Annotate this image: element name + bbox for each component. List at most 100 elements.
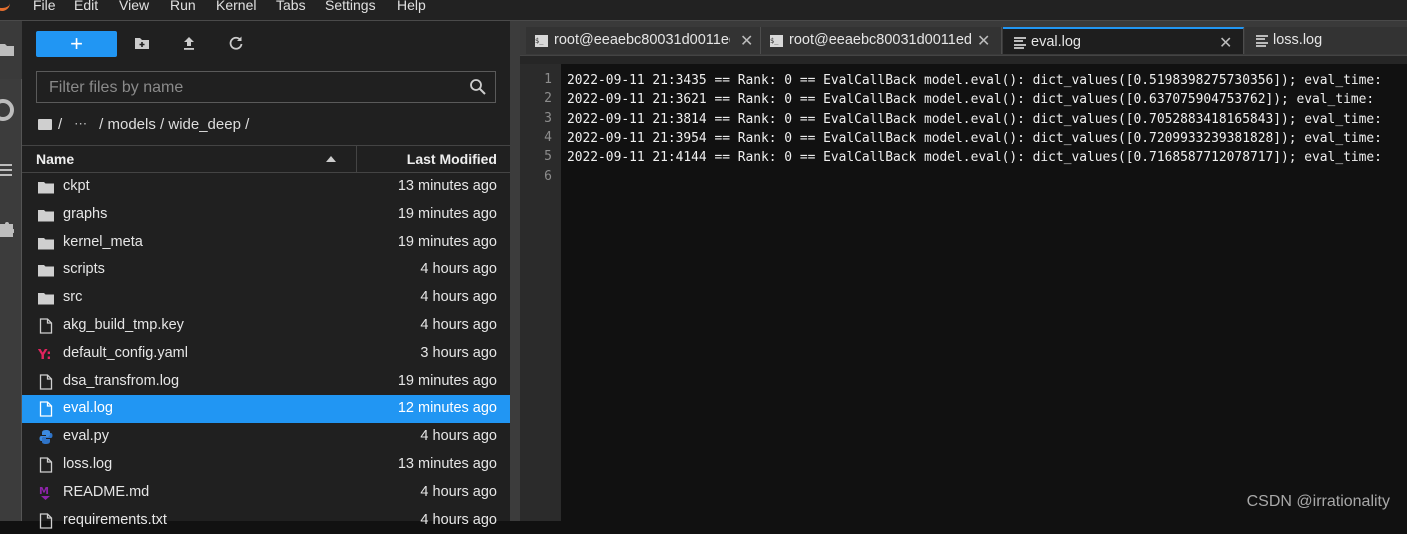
file-row[interactable]: kernel_meta 19 minutes ago bbox=[22, 229, 510, 257]
file-row[interactable]: ckpt 13 minutes ago bbox=[22, 173, 510, 201]
file-name: akg_build_tmp.key bbox=[63, 316, 184, 333]
filter-files-input[interactable] bbox=[47, 72, 471, 104]
file-row[interactable]: graphs 19 minutes ago bbox=[22, 201, 510, 229]
file-name: loss.log bbox=[63, 455, 113, 472]
column-divider[interactable] bbox=[356, 146, 357, 173]
file-browser: + / ⋯ / models / wide_deep / Name Last M… bbox=[22, 21, 510, 529]
refresh-icon[interactable] bbox=[226, 33, 246, 53]
breadcrumb-ellipsis[interactable]: ⋯ bbox=[68, 116, 93, 132]
breadcrumb: / ⋯ / models / wide_deep / bbox=[38, 113, 249, 135]
menu-tabs[interactable]: Tabs bbox=[276, 0, 306, 13]
file-modified: 4 hours ago bbox=[420, 261, 497, 278]
search-icon[interactable] bbox=[469, 78, 487, 96]
file-name: src bbox=[63, 289, 83, 306]
text-file-icon bbox=[1014, 37, 1026, 49]
file-modified: 13 minutes ago bbox=[397, 455, 497, 472]
column-last-modified[interactable]: Last Modified bbox=[407, 151, 497, 167]
terminal-icon: $_ bbox=[770, 35, 783, 47]
tab-label: eval.log bbox=[1031, 34, 1081, 50]
new-launcher-button[interactable]: + bbox=[36, 31, 117, 57]
line-number: 3 bbox=[544, 110, 552, 126]
file-modified: 4 hours ago bbox=[420, 428, 497, 445]
file-row[interactable]: src 4 hours ago bbox=[22, 284, 510, 312]
menu-view[interactable]: View bbox=[119, 0, 149, 13]
line-number: 6 bbox=[544, 168, 552, 184]
file-row[interactable]: scripts 4 hours ago bbox=[22, 256, 510, 284]
file-browser-scrollbar[interactable] bbox=[510, 21, 520, 521]
tab-terminal-2[interactable]: $_ root@eeaebc80031d0011ed ✕ bbox=[761, 27, 1002, 54]
line-number: 5 bbox=[544, 149, 552, 165]
file-modified: 19 minutes ago bbox=[397, 233, 497, 250]
commands-icon[interactable] bbox=[0, 162, 13, 178]
menu-edit[interactable]: Edit bbox=[74, 0, 98, 13]
file-name: kernel_meta bbox=[63, 233, 143, 250]
file-name: graphs bbox=[63, 205, 108, 222]
terminal-icon: $_ bbox=[535, 35, 548, 47]
tab-label: root@eeaebc80031d0011ed bbox=[554, 32, 730, 48]
column-name[interactable]: Name bbox=[36, 151, 74, 167]
svg-text:M: M bbox=[39, 486, 49, 497]
running-icon[interactable] bbox=[0, 99, 14, 121]
file-modified: 3 hours ago bbox=[420, 344, 497, 361]
close-icon[interactable]: ✕ bbox=[740, 31, 753, 51]
tab-terminal-1[interactable]: $_ root@eeaebc80031d0011ed ✕ bbox=[526, 27, 761, 54]
tab-eval-log[interactable]: eval.log ✕ bbox=[1003, 27, 1244, 54]
file-name: README.md bbox=[63, 483, 150, 500]
code-line: 2022-09-11 21:4144 == Rank: 0 == EvalCal… bbox=[567, 150, 1382, 166]
extensions-icon[interactable] bbox=[0, 218, 14, 238]
file-name: eval.py bbox=[63, 428, 109, 445]
file-row[interactable]: M README.md 4 hours ago bbox=[22, 479, 510, 507]
file-row[interactable]: eval.log 12 minutes ago bbox=[22, 395, 510, 424]
file-name: requirements.txt bbox=[63, 511, 167, 528]
line-number: 1 bbox=[544, 72, 552, 87]
line-number-gutter: 1 2 3 4 5 6 bbox=[520, 64, 561, 521]
sort-ascending-icon[interactable] bbox=[326, 156, 336, 162]
file-row[interactable]: loss.log 13 minutes ago bbox=[22, 451, 510, 479]
file-list-header: Name Last Modified bbox=[22, 145, 510, 173]
file-row[interactable]: Y: default_config.yaml 3 hours ago bbox=[22, 340, 510, 368]
file-row[interactable]: eval.py 4 hours ago bbox=[22, 423, 510, 451]
svg-text:Y:: Y: bbox=[38, 348, 51, 362]
file-row[interactable]: akg_build_tmp.key 4 hours ago bbox=[22, 312, 510, 340]
breadcrumb-root[interactable]: / bbox=[58, 116, 62, 133]
tab-bar: $_ root@eeaebc80031d0011ed ✕ $_ root@eea… bbox=[520, 21, 1407, 55]
menu-settings[interactable]: Settings bbox=[325, 0, 376, 13]
file-name: default_config.yaml bbox=[63, 344, 188, 361]
file-row[interactable]: dsa_transfrom.log 19 minutes ago bbox=[22, 368, 510, 396]
upload-icon[interactable] bbox=[179, 33, 199, 53]
menu-bar: File Edit View Run Kernel Tabs Settings … bbox=[0, 0, 1407, 21]
code-line: 2022-09-11 21:3814 == Rank: 0 == EvalCal… bbox=[567, 111, 1382, 127]
menu-file[interactable]: File bbox=[33, 0, 56, 13]
home-folder-icon[interactable] bbox=[38, 118, 52, 130]
filter-box bbox=[36, 71, 496, 104]
file-name: dsa_transfrom.log bbox=[63, 372, 180, 389]
text-file-icon bbox=[1256, 35, 1268, 47]
activity-bar-strip bbox=[0, 79, 22, 521]
line-number: 4 bbox=[544, 129, 552, 145]
file-modified: 19 minutes ago bbox=[397, 205, 497, 222]
activity-bar bbox=[0, 21, 22, 521]
menu-kernel[interactable]: Kernel bbox=[216, 0, 256, 13]
file-list: ckpt 13 minutes ago graphs 19 minutes ago ke… bbox=[22, 173, 510, 534]
code-line: 2022-09-11 21:3954 == Rank: 0 == EvalCal… bbox=[567, 130, 1382, 146]
jupyter-logo-icon bbox=[0, 0, 10, 11]
file-row[interactable]: requirements.txt 4 hours ago bbox=[22, 507, 510, 534]
watermark: CSDN @irrationality bbox=[1246, 493, 1390, 510]
folder-icon[interactable] bbox=[0, 41, 14, 57]
file-name: ckpt bbox=[63, 178, 90, 194]
file-modified: 19 minutes ago bbox=[397, 372, 497, 389]
tab-loss-log[interactable]: loss.log bbox=[1245, 27, 1407, 54]
tab-label: loss.log bbox=[1273, 32, 1323, 48]
file-modified: 4 hours ago bbox=[420, 511, 497, 528]
text-editor[interactable]: 1 2 3 4 5 6 2022-09-11 21:3435 == Rank: 0 == … bbox=[520, 64, 1407, 521]
close-icon[interactable]: ✕ bbox=[1219, 33, 1232, 53]
menu-run[interactable]: Run bbox=[170, 0, 196, 13]
code-line: 2022-09-11 21:3435 == Rank: 0 == EvalCal… bbox=[567, 73, 1382, 88]
new-folder-icon[interactable] bbox=[132, 33, 152, 53]
breadcrumb-path[interactable]: / models / wide_deep / bbox=[99, 116, 249, 133]
file-modified: 13 minutes ago bbox=[397, 178, 497, 194]
editor-toolbar bbox=[520, 55, 1407, 64]
tab-label: root@eeaebc80031d0011ed bbox=[789, 32, 972, 48]
menu-help[interactable]: Help bbox=[397, 0, 426, 13]
close-icon[interactable]: ✕ bbox=[977, 31, 990, 51]
